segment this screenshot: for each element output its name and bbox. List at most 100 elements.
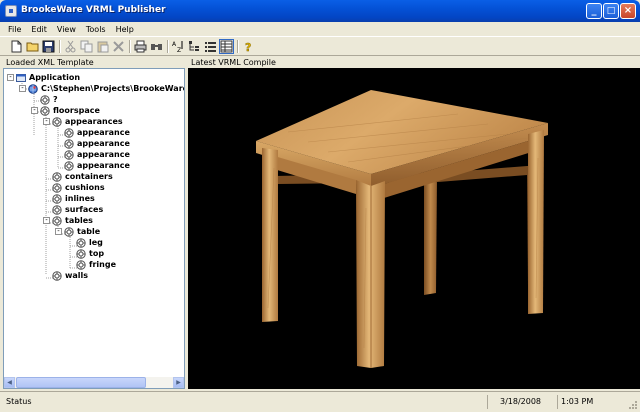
table-leg-front-left xyxy=(262,148,278,322)
node-icon xyxy=(64,138,74,149)
vrml-viewport[interactable] xyxy=(188,68,640,389)
node-icon xyxy=(76,248,86,259)
xml-tree-view[interactable]: - Application - C:\Stephen\Projects\BrookeW… xyxy=(3,68,185,389)
tree-node-label: appearance xyxy=(77,128,130,137)
right-pane-header: Latest VRML Compile xyxy=(188,57,640,68)
tree-node-label: containers xyxy=(65,172,113,181)
open-folder-icon[interactable] xyxy=(25,39,40,54)
tree-node[interactable]: fringe xyxy=(67,259,116,270)
tree-node[interactable]: - appearances xyxy=(43,116,123,127)
scroll-thumb[interactable] xyxy=(16,377,146,388)
tree-node[interactable]: inlines xyxy=(43,193,95,204)
application-icon xyxy=(16,73,26,83)
node-icon xyxy=(76,259,86,270)
tree-node-label: table xyxy=(77,227,101,236)
status-date: 3/18/2008 xyxy=(487,395,553,409)
tree-expander-icon[interactable]: - xyxy=(55,228,62,235)
menu-help[interactable]: Help xyxy=(111,25,139,34)
tree-node[interactable]: - C:\Stephen\Projects\BrookeWare\ xyxy=(19,83,184,94)
toolbar: AZ ? xyxy=(0,36,640,56)
tree-node[interactable]: cushions xyxy=(43,182,105,193)
cut-icon[interactable] xyxy=(63,39,78,54)
paste-icon[interactable] xyxy=(95,39,110,54)
node-icon xyxy=(40,105,50,116)
toolbar-separator xyxy=(167,40,169,53)
node-icon xyxy=(64,149,74,160)
tree-node-label: appearances xyxy=(65,117,123,126)
tree-node[interactable]: walls xyxy=(43,270,88,281)
tree-node[interactable]: appearance xyxy=(55,127,130,138)
tree-node-label: appearance xyxy=(77,161,130,170)
tree-node[interactable]: surfaces xyxy=(43,204,103,215)
scroll-track[interactable] xyxy=(15,377,173,388)
tree-node[interactable]: top xyxy=(67,248,104,259)
globe-icon xyxy=(28,83,38,94)
tree-expander-icon[interactable]: - xyxy=(7,74,14,81)
tree-node-label: appearance xyxy=(77,139,130,148)
node-icon xyxy=(64,160,74,171)
copy-icon[interactable] xyxy=(79,39,94,54)
delete-icon[interactable] xyxy=(111,39,126,54)
rendered-table-model xyxy=(256,90,548,368)
status-time: 1:03 PM xyxy=(557,395,625,409)
node-icon xyxy=(64,127,74,138)
scroll-left-button[interactable]: ◀ xyxy=(4,377,15,388)
tree-node[interactable]: - floorspace xyxy=(31,105,100,116)
menu-file[interactable]: File xyxy=(3,25,26,34)
node-icon xyxy=(52,270,62,281)
close-button[interactable]: × xyxy=(620,3,636,19)
tree-node[interactable]: appearance xyxy=(55,138,130,149)
tree-node-label: fringe xyxy=(89,260,117,269)
tree-node[interactable]: containers xyxy=(43,171,113,182)
grid-view-icon[interactable] xyxy=(219,39,234,54)
tree-node-label: floorspace xyxy=(53,106,100,115)
tree-node[interactable]: - tables xyxy=(43,215,93,226)
node-icon xyxy=(52,116,62,127)
tree-node[interactable]: - table xyxy=(55,226,100,237)
menu-bar: File Edit View Tools Help xyxy=(0,22,640,36)
node-icon xyxy=(52,193,62,204)
tree-node[interactable]: leg xyxy=(67,237,103,248)
left-pane-header: Loaded XML Template xyxy=(3,57,185,68)
node-icon xyxy=(52,171,62,182)
list-view-icon[interactable] xyxy=(203,39,218,54)
tree-expander-icon[interactable]: - xyxy=(43,217,50,224)
tree-node-label: leg xyxy=(89,238,103,247)
new-file-icon[interactable] xyxy=(9,39,24,54)
toolbar-separator xyxy=(237,40,239,53)
tree-node-label: ? xyxy=(53,95,58,104)
tree-node-label: inlines xyxy=(65,194,95,203)
tree-node[interactable]: appearance xyxy=(55,160,130,171)
table-leg-back-left xyxy=(424,176,437,295)
tree-node-label: surfaces xyxy=(65,205,104,214)
save-icon[interactable] xyxy=(41,39,56,54)
node-icon xyxy=(76,237,86,248)
sort-az-icon[interactable]: AZ xyxy=(171,39,186,54)
find-icon[interactable] xyxy=(149,39,164,54)
tree-horizontal-scrollbar[interactable]: ◀ ▶ xyxy=(4,377,184,388)
title-bar: BrookeWare VRML Publisher _ □ × xyxy=(0,0,640,22)
tree-expander-icon[interactable]: - xyxy=(31,107,38,114)
minimize-button[interactable]: _ xyxy=(586,3,602,19)
tree-expander-icon[interactable]: - xyxy=(19,85,26,92)
tree-node[interactable]: ? xyxy=(31,94,58,105)
app-icon[interactable] xyxy=(5,5,17,17)
menu-tools[interactable]: Tools xyxy=(81,25,111,34)
resize-grip-icon[interactable] xyxy=(628,400,638,410)
help-icon[interactable]: ? xyxy=(241,39,256,54)
tree-node[interactable]: - Application xyxy=(7,72,80,83)
tree-node[interactable]: appearance xyxy=(55,149,130,160)
svg-text:Z: Z xyxy=(177,47,181,53)
tree-view-icon[interactable] xyxy=(187,39,202,54)
maximize-button[interactable]: □ xyxy=(603,3,619,19)
menu-view[interactable]: View xyxy=(52,25,81,34)
print-icon[interactable] xyxy=(133,39,148,54)
scroll-right-button[interactable]: ▶ xyxy=(173,377,184,388)
menu-edit[interactable]: Edit xyxy=(26,25,52,34)
tree-node-label: walls xyxy=(65,271,89,280)
toolbar-separator xyxy=(129,40,131,53)
status-text: Status xyxy=(6,397,32,406)
tree-expander-icon[interactable]: - xyxy=(43,118,50,125)
node-icon xyxy=(52,215,62,226)
node-icon xyxy=(64,226,74,237)
